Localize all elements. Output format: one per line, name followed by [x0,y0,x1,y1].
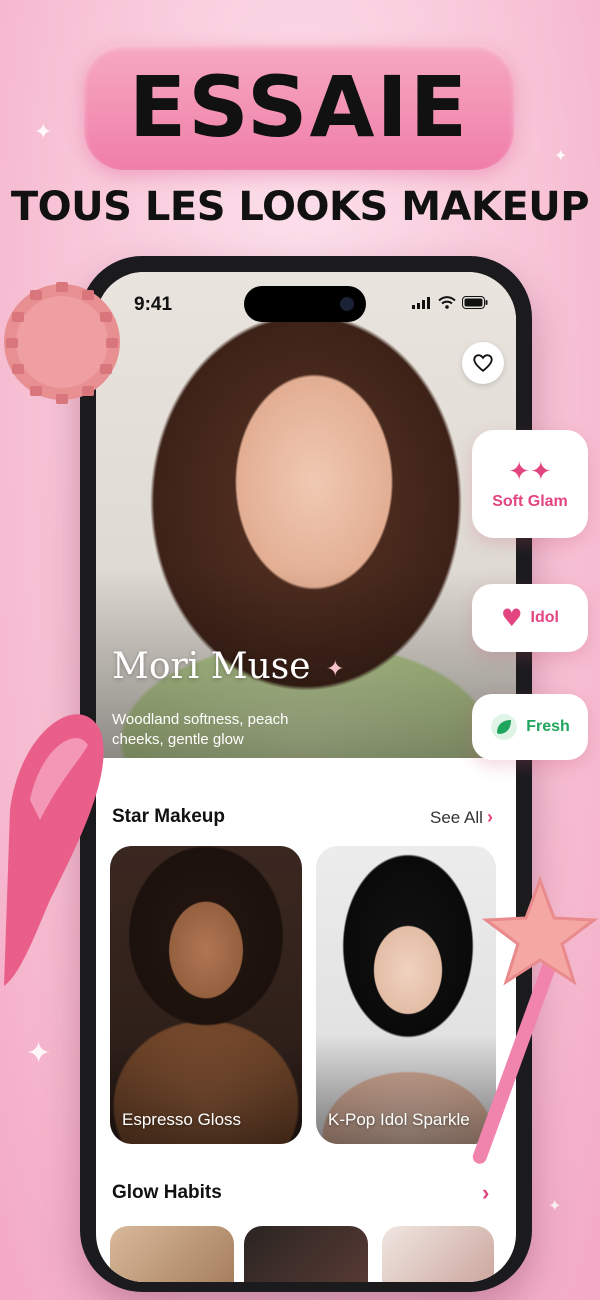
see-all-label: See All [430,807,483,827]
habit-card[interactable] [110,1226,234,1282]
habit-card[interactable] [244,1226,368,1282]
chevron-right-icon[interactable]: › [482,1180,489,1206]
chip-soft-glam[interactable]: ✦✦ Soft Glam [472,430,588,538]
hero-banner[interactable]: Mori Muse ✦ Woodland softness, peach che… [96,272,516,758]
sparkle-icon: ✦ [326,656,345,681]
chip-label: Soft Glam [492,493,568,510]
leaf-icon [491,714,518,740]
hero-title: Mori Muse [112,646,311,687]
sparkle-icon: ✦ [34,120,53,145]
look-card-label: Espresso Gloss [122,1110,242,1129]
heart-icon [473,354,493,372]
signal-icon [412,296,430,309]
chip-idol[interactable]: ♥ Idol [472,584,588,652]
star-wand-decoration [472,875,599,1164]
chip-label: Fresh [526,718,570,735]
battery-icon [462,296,488,309]
hero-description: Woodland softness, peach cheeks, gentle … [112,711,289,748]
promo-subheadline: TOUS LES LOOKS MAKEUP [10,184,590,230]
see-all-link[interactable]: See All › [430,807,493,828]
promo-headline-pill: ESSAIE [84,44,514,170]
sparkle-icon: ✦ [554,146,568,165]
wifi-icon [438,296,456,309]
lip-gloss-swatch-decoration [4,714,104,986]
chevron-right-icon: › [486,807,493,827]
favorite-button[interactable] [462,342,504,384]
sparkle-icon: ✦ [548,1196,562,1215]
star-makeup-title: Star Makeup [112,806,225,827]
status-time: 9:41 [134,294,173,315]
chip-label: Idol [530,609,559,626]
sparkles-icon: ✦✦ [508,457,552,487]
promo-headline: ESSAIE [128,58,470,156]
dynamic-island [244,286,366,322]
chip-fresh[interactable]: Fresh [472,694,588,760]
heart-sparkle-icon: ♥ [501,604,523,632]
sparkle-icon: ✦ [26,1036,52,1071]
glow-habits-title: Glow Habits [112,1182,222,1203]
habit-card[interactable] [382,1226,494,1282]
look-card[interactable]: Espresso Gloss [110,846,302,1144]
